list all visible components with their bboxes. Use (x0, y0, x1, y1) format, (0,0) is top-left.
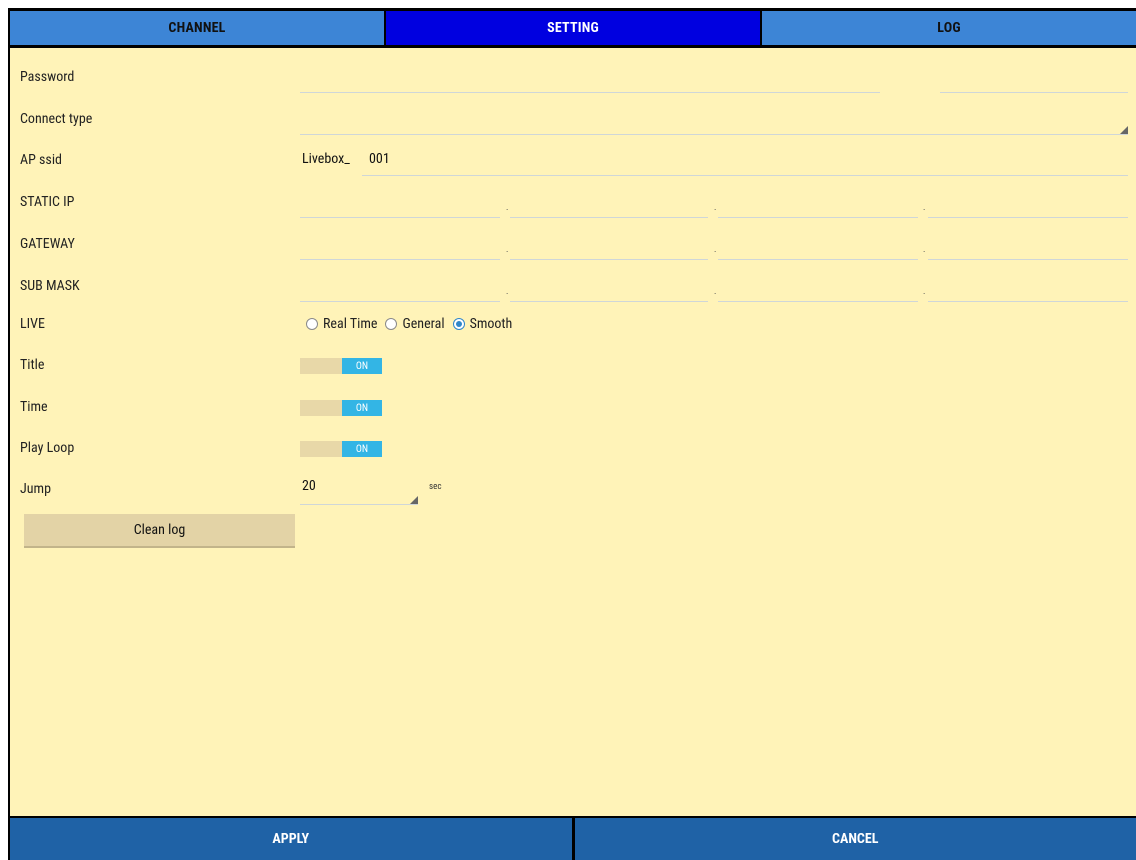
connect-type-row: Connect type (10, 98, 1136, 140)
ap-ssid-label: AP ssid (20, 152, 62, 168)
live-option-label: General (402, 316, 445, 332)
ip-separator: . (923, 287, 926, 297)
ap-ssid-row: AP ssid Livebox_ 001 (10, 139, 1136, 181)
ip-separator: . (714, 245, 717, 255)
live-option-general[interactable]: General (385, 316, 445, 332)
gateway-octet-1[interactable] (300, 259, 500, 260)
live-row: LIVE Real Time General Smooth (10, 303, 1136, 345)
jump-label: Jump (20, 481, 51, 497)
ap-ssid-input[interactable] (362, 175, 1128, 176)
ip-separator: . (923, 203, 926, 213)
sub-mask-octet-3[interactable] (718, 301, 918, 302)
live-radio-group: Real Time General Smooth (306, 303, 520, 345)
sub-mask-octet-2[interactable] (510, 301, 708, 302)
tab-setting[interactable]: SETTING (386, 11, 760, 45)
tab-log[interactable]: LOG (762, 11, 1136, 45)
apply-button[interactable]: APPLY (10, 818, 572, 860)
jump-select[interactable] (300, 504, 418, 505)
ip-separator: . (714, 287, 717, 297)
live-option-smooth[interactable]: Smooth (452, 316, 513, 332)
live-option-label: Smooth (469, 316, 513, 332)
time-label: Time (20, 399, 48, 415)
gateway-label: GATEWAY (20, 236, 75, 252)
sub-mask-row: SUB MASK . . . (10, 265, 1136, 307)
radio-unchecked-icon (385, 318, 398, 330)
footer-bar: APPLY CANCEL (10, 818, 1136, 860)
live-option-label: Real Time (323, 316, 378, 332)
gateway-octet-3[interactable] (718, 259, 918, 260)
static-ip-octet-1[interactable] (300, 217, 500, 218)
tab-bar: CHANNEL SETTING LOG (10, 10, 1136, 46)
sub-mask-label: SUB MASK (20, 278, 80, 294)
time-toggle[interactable]: ON (300, 400, 382, 416)
toggle-on-indicator: ON (342, 441, 382, 457)
title-label: Title (20, 357, 45, 373)
password-label: Password (20, 69, 75, 85)
tab-channel[interactable]: CHANNEL (10, 11, 384, 45)
toggle-on-indicator: ON (342, 358, 382, 374)
gateway-octet-2[interactable] (510, 259, 708, 260)
dropdown-arrow-icon (410, 496, 418, 504)
password-confirm-field[interactable] (940, 92, 1128, 93)
settings-panel: Password Connect type AP ssid Livebox_ 0… (10, 48, 1136, 816)
cancel-button[interactable]: CANCEL (574, 818, 1136, 860)
password-field[interactable] (300, 92, 880, 93)
ap-ssid-prefix: Livebox_ (302, 151, 350, 167)
title-toggle[interactable]: ON (300, 358, 382, 374)
static-ip-octet-4[interactable] (928, 217, 1128, 218)
time-row: Time ON (10, 386, 1136, 428)
static-ip-octet-3[interactable] (718, 217, 918, 218)
ip-separator: . (506, 203, 509, 213)
static-ip-octet-2[interactable] (510, 217, 708, 218)
sub-mask-octet-1[interactable] (300, 301, 500, 302)
radio-unchecked-icon (306, 318, 318, 330)
connect-type-label: Connect type (20, 111, 93, 127)
jump-value: 20 (302, 478, 316, 494)
ip-separator: . (506, 287, 509, 297)
ip-separator: . (506, 245, 509, 255)
static-ip-row: STATIC IP . . . (10, 181, 1136, 223)
gateway-octet-4[interactable] (928, 259, 1128, 260)
password-row: Password (10, 56, 1136, 98)
ip-separator: . (923, 245, 926, 255)
play-loop-label: Play Loop (20, 440, 75, 456)
clean-log-button[interactable]: Clean log (24, 514, 295, 548)
live-label: LIVE (20, 316, 45, 332)
radio-checked-icon (452, 318, 465, 330)
toggle-on-indicator: ON (342, 400, 382, 416)
play-loop-row: Play Loop ON (10, 427, 1136, 469)
jump-unit: sec (429, 482, 442, 492)
title-row: Title ON (10, 344, 1136, 386)
gateway-row: GATEWAY . . . (10, 223, 1136, 265)
live-option-real-time[interactable]: Real Time (306, 316, 377, 332)
sub-mask-octet-4[interactable] (928, 301, 1128, 302)
dropdown-arrow-icon (1120, 126, 1128, 134)
static-ip-label: STATIC IP (20, 194, 75, 210)
jump-row: Jump 20 sec (10, 468, 1136, 510)
connect-type-select[interactable] (300, 134, 1128, 135)
play-loop-toggle[interactable]: ON (300, 441, 382, 457)
ip-separator: . (714, 203, 717, 213)
ap-ssid-value: 001 (369, 151, 390, 167)
